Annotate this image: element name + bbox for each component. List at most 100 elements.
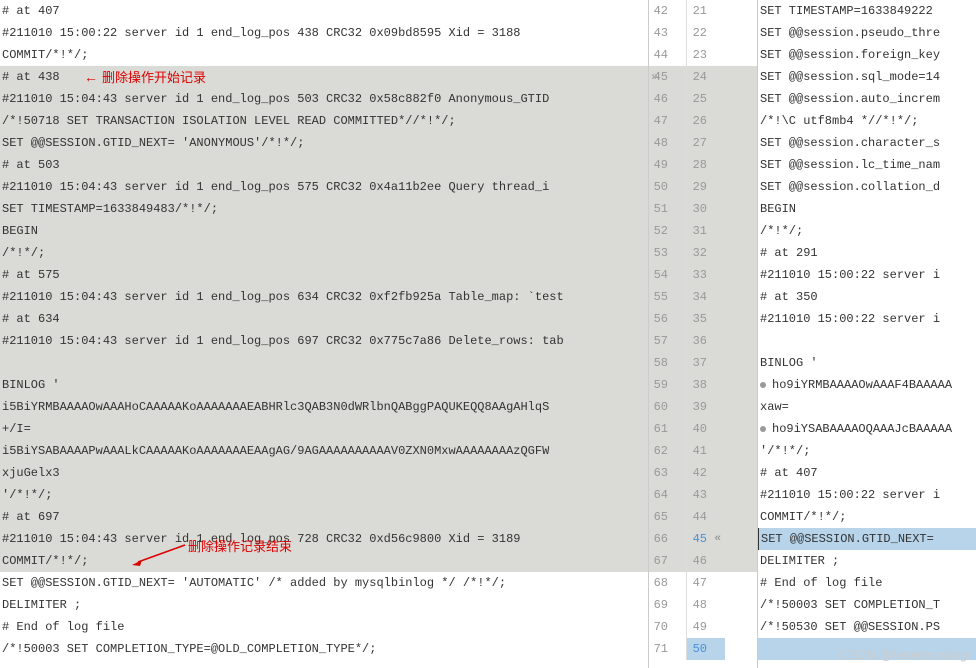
left-line-number[interactable]: 58 bbox=[649, 352, 687, 374]
code-line[interactable]: SET @@session.foreign_key bbox=[758, 44, 976, 66]
right-line-number[interactable]: 35 bbox=[687, 308, 725, 330]
code-line[interactable]: #211010 15:04:43 server id 1 end_log_pos… bbox=[0, 528, 648, 550]
right-line-number[interactable]: 26 bbox=[687, 110, 725, 132]
code-line[interactable]: '/*!*/; bbox=[758, 440, 976, 462]
code-line[interactable]: #211010 15:04:43 server id 1 end_log_pos… bbox=[0, 330, 648, 352]
code-line[interactable]: SET @@session.pseudo_thre bbox=[758, 22, 976, 44]
code-line[interactable]: # End of log file bbox=[0, 616, 648, 638]
left-line-number[interactable]: 54 bbox=[649, 264, 687, 286]
right-line-number[interactable]: 48 bbox=[687, 594, 725, 616]
right-line-number[interactable]: 39 bbox=[687, 396, 725, 418]
right-line-number[interactable]: 24 bbox=[687, 66, 725, 88]
code-line[interactable]: # at 407 bbox=[758, 462, 976, 484]
code-line[interactable] bbox=[0, 352, 648, 374]
code-line[interactable]: /*!50003 SET COMPLETION_T bbox=[758, 594, 976, 616]
left-line-number[interactable]: 50 bbox=[649, 176, 687, 198]
left-line-number[interactable]: 51 bbox=[649, 198, 687, 220]
left-line-number[interactable]: 68 bbox=[649, 572, 687, 594]
right-line-number[interactable]: 38 bbox=[687, 374, 725, 396]
code-line[interactable]: xaw= bbox=[758, 396, 976, 418]
code-line[interactable]: DELIMITER ; bbox=[758, 550, 976, 572]
left-line-number[interactable]: 46 bbox=[649, 88, 687, 110]
code-line[interactable]: #211010 15:00:22 server id 1 end_log_pos… bbox=[0, 22, 648, 44]
left-line-number[interactable]: 70 bbox=[649, 616, 687, 638]
left-line-number[interactable]: 55 bbox=[649, 286, 687, 308]
code-line[interactable]: # at 503 bbox=[0, 154, 648, 176]
code-line[interactable]: # at 291 bbox=[758, 242, 976, 264]
code-line[interactable]: #211010 15:00:22 server i bbox=[758, 264, 976, 286]
code-line[interactable]: BEGIN bbox=[0, 220, 648, 242]
code-line[interactable]: SET @@SESSION.GTID_NEXT= 'ANONYMOUS'/*!*… bbox=[0, 132, 648, 154]
right-code-pane[interactable]: SET TIMESTAMP=1633849222SET @@session.ps… bbox=[758, 0, 976, 668]
code-line[interactable]: SET @@SESSION.GTID_NEXT= bbox=[758, 528, 976, 550]
code-line[interactable]: # at 407 bbox=[0, 0, 648, 22]
code-line[interactable]: /*!50530 SET @@SESSION.PS bbox=[758, 616, 976, 638]
code-line[interactable]: #211010 15:04:43 server id 1 end_log_pos… bbox=[0, 176, 648, 198]
code-line[interactable]: xjuGelx3 bbox=[0, 462, 648, 484]
left-line-number[interactable]: 48 bbox=[649, 132, 687, 154]
right-line-number[interactable]: 46 bbox=[687, 550, 725, 572]
code-line[interactable]: ho9iYRMBAAAAOwAAAF4BAAAAA bbox=[758, 374, 976, 396]
code-line[interactable]: /*!*/; bbox=[758, 220, 976, 242]
code-line[interactable]: SET @@session.character_s bbox=[758, 132, 976, 154]
code-line[interactable]: i5BiYSABAAAAPwAAALkCAAAAAKoAAAAAAAEAAgAG… bbox=[0, 440, 648, 462]
right-line-number[interactable]: 36 bbox=[687, 330, 725, 352]
code-line[interactable]: SET TIMESTAMP=1633849483/*!*/; bbox=[0, 198, 648, 220]
code-line[interactable]: # End of log file bbox=[758, 572, 976, 594]
right-line-number[interactable]: 28 bbox=[687, 154, 725, 176]
left-line-number[interactable]: 66 bbox=[649, 528, 687, 550]
left-line-number[interactable]: 42 bbox=[649, 0, 687, 22]
left-line-number[interactable]: 61 bbox=[649, 418, 687, 440]
code-line[interactable]: BINLOG ' bbox=[758, 352, 976, 374]
right-line-number[interactable]: 23 bbox=[687, 44, 725, 66]
right-line-number[interactable]: 32 bbox=[687, 242, 725, 264]
code-line[interactable]: COMMIT/*!*/; bbox=[758, 506, 976, 528]
right-line-number[interactable]: 49 bbox=[687, 616, 725, 638]
left-line-number[interactable]: 63 bbox=[649, 462, 687, 484]
left-line-number[interactable]: 56 bbox=[649, 308, 687, 330]
code-line[interactable]: # at 634 bbox=[0, 308, 648, 330]
code-line[interactable]: ho9iYSABAAAAOQAAAJcBAAAAA bbox=[758, 418, 976, 440]
code-line[interactable]: /*!*/; bbox=[0, 242, 648, 264]
right-line-number[interactable]: 22 bbox=[687, 22, 725, 44]
right-line-number[interactable]: 44 bbox=[687, 506, 725, 528]
right-line-number[interactable]: 45« bbox=[687, 528, 725, 550]
left-line-number[interactable]: 71 bbox=[649, 638, 687, 660]
code-line[interactable]: # at 575 bbox=[0, 264, 648, 286]
right-line-number[interactable]: 25 bbox=[687, 88, 725, 110]
left-line-number[interactable]: 69 bbox=[649, 594, 687, 616]
left-line-number[interactable]: 53 bbox=[649, 242, 687, 264]
code-line[interactable]: SET @@session.auto_increm bbox=[758, 88, 976, 110]
code-line[interactable]: COMMIT/*!*/; bbox=[0, 44, 648, 66]
code-line[interactable]: #211010 15:00:22 server i bbox=[758, 308, 976, 330]
left-line-number[interactable]: 43 bbox=[649, 22, 687, 44]
code-line[interactable]: SET @@SESSION.GTID_NEXT= 'AUTOMATIC' /* … bbox=[0, 572, 648, 594]
code-line[interactable]: /*!\C utf8mb4 *//*!*/; bbox=[758, 110, 976, 132]
code-line[interactable]: # at 697 bbox=[0, 506, 648, 528]
code-line[interactable]: #211010 15:04:43 server id 1 end_log_pos… bbox=[0, 88, 648, 110]
right-line-number[interactable]: 43 bbox=[687, 484, 725, 506]
code-line[interactable]: COMMIT/*!*/; bbox=[0, 550, 648, 572]
code-line[interactable] bbox=[758, 330, 976, 352]
left-line-number[interactable]: 65 bbox=[649, 506, 687, 528]
right-line-number[interactable]: 21 bbox=[687, 0, 725, 22]
right-line-number[interactable]: 37 bbox=[687, 352, 725, 374]
left-line-number[interactable]: 64 bbox=[649, 484, 687, 506]
code-line[interactable]: SET @@session.collation_d bbox=[758, 176, 976, 198]
code-line[interactable]: BEGIN bbox=[758, 198, 976, 220]
code-line[interactable]: i5BiYRMBAAAAOwAAAHoCAAAAAKoAAAAAAAEABHRl… bbox=[0, 396, 648, 418]
right-line-number[interactable]: 40 bbox=[687, 418, 725, 440]
right-line-number[interactable]: 29 bbox=[687, 176, 725, 198]
right-line-number[interactable]: 30 bbox=[687, 198, 725, 220]
right-line-number[interactable]: 41 bbox=[687, 440, 725, 462]
left-line-number[interactable]: 52 bbox=[649, 220, 687, 242]
right-line-number[interactable]: 34 bbox=[687, 286, 725, 308]
code-line[interactable]: /*!50003 SET COMPLETION_TYPE=@OLD_COMPLE… bbox=[0, 638, 648, 660]
right-line-number[interactable]: 42 bbox=[687, 462, 725, 484]
code-line[interactable]: SET @@session.lc_time_nam bbox=[758, 154, 976, 176]
code-line[interactable]: '/*!*/; bbox=[0, 484, 648, 506]
code-line[interactable]: SET TIMESTAMP=1633849222 bbox=[758, 0, 976, 22]
left-line-number[interactable]: 60 bbox=[649, 396, 687, 418]
right-line-number[interactable]: 27 bbox=[687, 132, 725, 154]
code-line[interactable]: /*!50718 SET TRANSACTION ISOLATION LEVEL… bbox=[0, 110, 648, 132]
